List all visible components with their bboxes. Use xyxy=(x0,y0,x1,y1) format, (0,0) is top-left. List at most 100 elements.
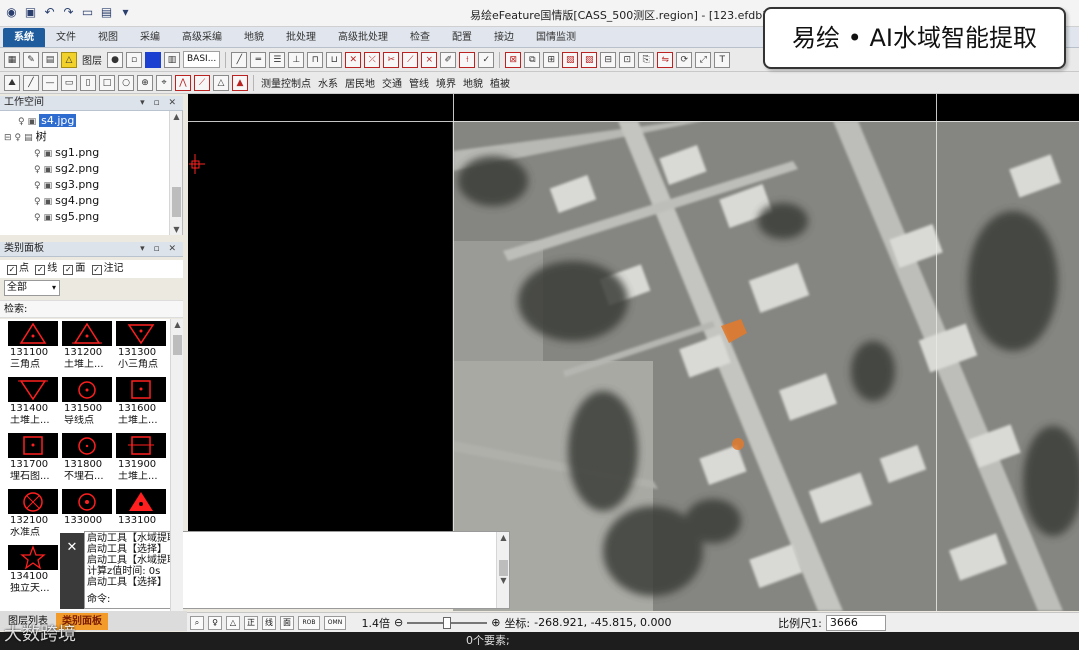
rotate-icon[interactable]: ⟳ xyxy=(676,51,693,68)
pen-icon[interactable]: ✐ xyxy=(440,51,457,68)
square-icon[interactable]: □ xyxy=(99,74,115,91)
scale-input[interactable]: 3666 xyxy=(825,614,886,631)
save-icon[interactable]: ▣ xyxy=(23,5,38,20)
layer-combo[interactable]: BASI... xyxy=(183,51,221,68)
symbol-item[interactable]: 131800 不埋石... xyxy=(62,433,116,487)
scroll-up-icon[interactable]: ▲ xyxy=(497,533,510,542)
scale-icon[interactable]: ⤢ xyxy=(695,51,712,68)
alert-icon[interactable]: ▲ xyxy=(232,74,248,91)
undo-icon[interactable]: ↶ xyxy=(42,5,57,20)
node-icon[interactable]: ⌖ xyxy=(156,74,172,91)
visibility-bulb-icon[interactable]: ♀ xyxy=(34,181,41,191)
collapse-icon[interactable]: ⊟ xyxy=(4,133,12,143)
zoom-in-icon[interactable]: ⊕ xyxy=(491,616,500,629)
category-boundary[interactable]: 境界 xyxy=(434,75,458,90)
snap-line-icon[interactable]: 线 xyxy=(262,615,276,630)
tab-advanced-batch[interactable]: 高级批处理 xyxy=(327,28,399,47)
visibility-bulb-icon[interactable]: ♀ xyxy=(34,213,41,223)
delete-segment-icon[interactable]: ⨯ xyxy=(421,51,438,68)
extracted-water-polygon[interactable] xyxy=(732,438,744,450)
visibility-bulb-icon[interactable]: ♀ xyxy=(34,165,41,175)
tab-monitoring[interactable]: 国情监测 xyxy=(525,28,587,47)
command-prompt[interactable]: 命令: xyxy=(87,594,110,605)
tab-edit[interactable]: 采编 xyxy=(129,28,171,47)
visibility-bulb-icon[interactable]: ♀ xyxy=(15,133,22,143)
symbol-item[interactable]: 131700 埋石图... xyxy=(8,433,62,487)
chevron-down-icon[interactable]: ▾ xyxy=(52,281,56,295)
scroll-down-icon[interactable]: ▼ xyxy=(497,576,510,585)
cut-node-icon[interactable]: ⟊ xyxy=(459,51,476,68)
layer-label[interactable]: 图层 xyxy=(80,52,104,67)
checkbox-point[interactable]: ✓ xyxy=(7,265,17,275)
tab-config[interactable]: 配置 xyxy=(441,28,483,47)
symbol-item[interactable]: 131600 土堆上... xyxy=(116,377,170,431)
category-vegetation[interactable]: 植被 xyxy=(488,75,512,90)
stamp-icon[interactable]: ⊡ xyxy=(619,51,636,68)
category-residential[interactable]: 居民地 xyxy=(343,75,377,90)
target-icon[interactable]: ⊕ xyxy=(137,74,153,91)
symbol-item[interactable]: 132100 水准点 xyxy=(8,489,62,543)
rob-toggle[interactable]: ROB xyxy=(298,615,320,630)
rectangle-icon[interactable]: ▭ xyxy=(61,74,77,91)
measure-icon[interactable]: ⊥ xyxy=(288,51,305,68)
tab-system[interactable]: 系统 xyxy=(3,28,45,47)
scroll-thumb[interactable] xyxy=(172,187,181,217)
close-icon[interactable]: ✕ xyxy=(67,540,78,555)
corner-icon[interactable]: ⊔ xyxy=(326,51,343,68)
snap-triangle-icon[interactable]: △ xyxy=(226,615,240,630)
grid-icon[interactable]: ▦ xyxy=(4,51,20,68)
symbol-item[interactable]: 131300 小三角点 xyxy=(116,321,170,375)
visibility-bulb-icon[interactable]: ♀ xyxy=(34,149,41,159)
visibility-bulb-icon[interactable]: ♀ xyxy=(34,197,41,207)
triangle-icon[interactable]: △ xyxy=(213,74,229,91)
tree-group-tree[interactable]: ⊟ ♀ ▤ 树 xyxy=(4,129,47,144)
tab-view[interactable]: 视图 xyxy=(87,28,129,47)
dash-line-icon[interactable]: — xyxy=(42,74,58,91)
zoom-slider-knob[interactable] xyxy=(443,616,452,629)
break-line-icon[interactable]: ⤫ xyxy=(364,51,381,68)
category-control-points[interactable]: 测量控制点 xyxy=(259,75,313,90)
layer-list-icon[interactable]: ▥ xyxy=(164,51,180,68)
tree-item-sg3[interactable]: ♀ ▣ sg3.png xyxy=(34,177,99,192)
tree-item-sg4[interactable]: ♀ ▣ sg4.png xyxy=(34,193,99,208)
symbol-item[interactable]: 131200 土堆上... xyxy=(62,321,116,375)
category-pipeline[interactable]: 管线 xyxy=(407,75,431,90)
symbol-item[interactable]: 131900 土堆上... xyxy=(116,433,170,487)
zoom-icon[interactable]: ⌕ xyxy=(190,615,204,630)
category-terrain[interactable]: 地貌 xyxy=(461,75,485,90)
mountain-icon[interactable]: ⛰ xyxy=(4,74,20,91)
table-icon[interactable]: ▤ xyxy=(42,51,58,68)
hatch-line-icon[interactable]: ☰ xyxy=(269,51,286,68)
tree-item-s4[interactable]: ♀ ▣ s4.jpg xyxy=(18,113,77,128)
check-icon[interactable]: ✓ xyxy=(478,51,495,68)
scroll-down-icon[interactable]: ▼ xyxy=(170,225,183,234)
visibility-bulb-icon[interactable]: ♀ xyxy=(18,117,25,127)
tree-item-sg2[interactable]: ♀ ▣ sg2.png xyxy=(34,161,99,176)
checkbox-annotation[interactable]: ✓ xyxy=(91,265,102,275)
redo-icon[interactable]: ↷ xyxy=(61,5,76,20)
zoom-slider[interactable] xyxy=(407,616,488,630)
circle-icon[interactable]: ○ xyxy=(118,74,134,91)
split-icon[interactable]: ⟋ xyxy=(402,51,419,68)
tab-batch[interactable]: 批处理 xyxy=(275,28,327,47)
symbol-item[interactable]: 134100 独立天... xyxy=(8,545,62,599)
category-transport[interactable]: 交通 xyxy=(380,75,404,90)
line-tool-icon[interactable]: ╱ xyxy=(231,51,248,68)
scroll-up-icon[interactable]: ▲ xyxy=(170,112,183,121)
category-search[interactable]: 检索: xyxy=(0,300,183,318)
tab-terrain[interactable]: 地貌 xyxy=(233,28,275,47)
doc-icon[interactable]: ▯ xyxy=(80,74,96,91)
pattern-area-icon[interactable]: ▨ xyxy=(581,51,598,68)
snap-point-icon[interactable]: 正 xyxy=(244,615,258,630)
tree-item-sg5[interactable]: ♀ ▣ sg5.png xyxy=(34,209,99,224)
lock-icon[interactable]: ▫ xyxy=(126,51,142,68)
diagonal-icon[interactable]: ⟋ xyxy=(194,74,210,91)
app-logo-icon[interactable]: ◉ xyxy=(4,5,19,20)
cross-icon[interactable]: ✕ xyxy=(345,51,362,68)
scroll-up-icon[interactable]: ▲ xyxy=(171,320,183,329)
symbol-item[interactable]: 131100 三角点 xyxy=(8,321,62,375)
warning-icon[interactable]: △ xyxy=(61,51,77,68)
color-swatch-icon[interactable] xyxy=(145,51,161,68)
command-window[interactable]: 启动工具【水域提取】 启动工具【选择】 启动工具【水域提取】 计算z值时间: 0… xyxy=(84,531,510,609)
copy-area-icon[interactable]: ⧉ xyxy=(524,51,541,68)
